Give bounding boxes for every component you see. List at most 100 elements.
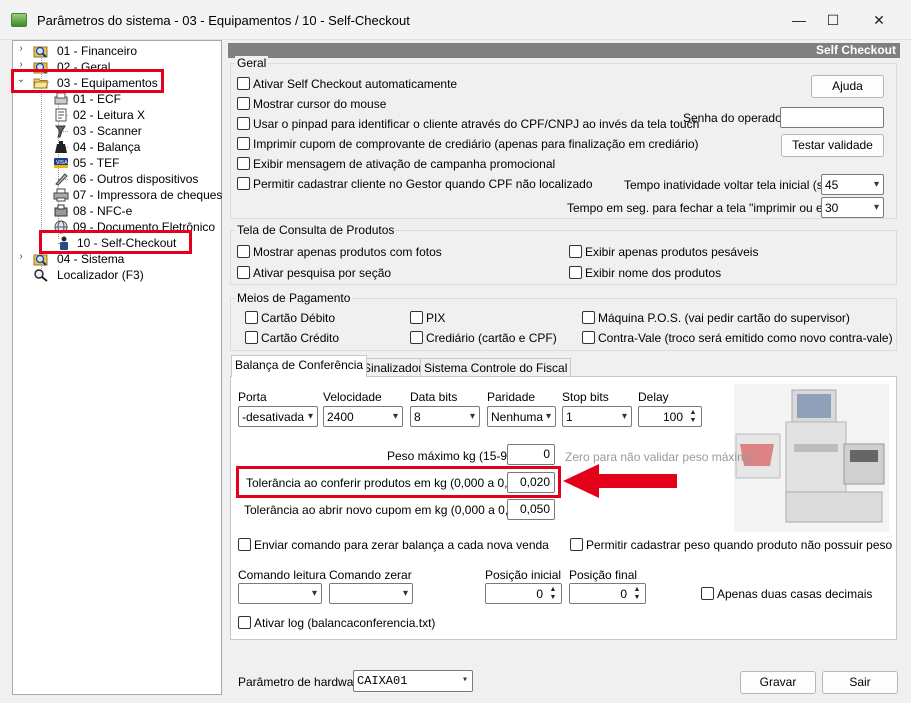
checkbox-box[interactable] [237, 97, 250, 110]
operator-password-input[interactable] [780, 107, 884, 128]
help-button[interactable]: Ajuda [811, 75, 884, 98]
title-bar: Parâmetros do sistema - 03 - Equipamento… [0, 0, 911, 40]
checkbox-box[interactable] [701, 587, 714, 600]
navigation-tree[interactable]: › 01 - Financeiro › 02 - Geral ⌄ 03 - Eq… [12, 40, 222, 695]
inactivity-select[interactable]: 45 ▾ [821, 174, 884, 195]
pos-inicial-label: Posição inicial [485, 568, 562, 582]
pos-final-label: Posição final [569, 568, 638, 582]
paridade-select[interactable]: Nenhuma ▾ [487, 406, 556, 427]
hardware-select[interactable]: CAIXA01 ▾ [353, 670, 473, 692]
scanner-icon [54, 125, 66, 138]
tab-sinalizador[interactable]: Sinalizador [359, 358, 427, 378]
spinner-arrows-icon[interactable]: ▲ ▼ [687, 409, 699, 425]
cmd-zerar-label: Comando zerar [329, 568, 412, 582]
stopbits-select[interactable]: 1 ▾ [562, 406, 632, 427]
tolerancia-input[interactable]: 0,020 [507, 472, 555, 493]
tree-item-nfce[interactable]: 08 - NFC-e [53, 203, 132, 219]
check-exibir-mensagem-campanha[interactable]: Exibir mensagem de ativação de campanha … [237, 157, 555, 173]
check-crediario[interactable]: Crediário (cartão e CPF) [410, 331, 557, 347]
tree-item-leitura-x[interactable]: 02 - Leitura X [53, 107, 145, 123]
self-checkout-kiosk-image [734, 384, 889, 532]
check-maquina-pos[interactable]: Máquina P.O.S. (vai pedir cartão do supe… [582, 311, 850, 327]
spinner-arrows-icon[interactable]: ▲ ▼ [631, 586, 643, 602]
check-cadastrar-peso[interactable]: Permitir cadastrar peso quando produto n… [570, 538, 892, 554]
check-usar-pinpad[interactable]: Usar o pinpad para identificar o cliente… [237, 117, 699, 133]
delay-spinner[interactable]: 100 ▲ ▼ [638, 406, 702, 427]
tab-sistema-controle-fiscal[interactable]: Sistema Controle do Fiscal [420, 358, 572, 378]
check-imprimir-cupom-crediario[interactable]: Imprimir cupom de comprovante de crediár… [237, 137, 699, 153]
chevron-down-icon: ▾ [469, 411, 475, 422]
check-pesquisa-secao[interactable]: Ativar pesquisa por seção [237, 266, 391, 282]
ecf-printer-icon [54, 92, 68, 105]
check-apenas-com-fotos[interactable]: Mostrar apenas produtos com fotos [237, 245, 442, 261]
checkbox-box[interactable] [237, 177, 250, 190]
check-duas-casas[interactable]: Apenas duas casas decimais [701, 587, 872, 603]
checkbox-box[interactable] [237, 77, 250, 90]
checkbox-box[interactable] [570, 538, 583, 551]
tolerancia-novo-input[interactable]: 0,050 [507, 499, 555, 520]
peso-max-label: Peso máximo kg (15-99) [387, 449, 518, 463]
checkbox-box[interactable] [410, 311, 423, 324]
checkbox-box[interactable] [237, 266, 250, 279]
porta-select[interactable]: -desativada ▾ [238, 406, 318, 427]
expander-sistema-icon[interactable]: › [15, 251, 27, 262]
checkbox-box[interactable] [582, 331, 595, 344]
checkbox-box[interactable] [237, 245, 250, 258]
check-exibir-nome-produtos[interactable]: Exibir nome dos produtos [569, 266, 721, 282]
maximize-icon[interactable]: ☐ [821, 8, 845, 32]
tree-item-localizador[interactable]: Localizador (F3) [33, 267, 144, 283]
cmd-zerar-select[interactable]: ▾ [329, 583, 413, 604]
checkbox-box[interactable] [237, 117, 250, 130]
exit-button[interactable]: Sair [822, 671, 898, 694]
section-header: Self Checkout [228, 43, 900, 58]
checkbox-box[interactable] [237, 157, 250, 170]
spinner-arrows-icon[interactable]: ▲ ▼ [547, 586, 559, 602]
minimize-icon[interactable]: — [787, 8, 811, 32]
check-apenas-pesaveis[interactable]: Exibir apenas produtos pesáveis [569, 245, 758, 261]
tree-item-tef[interactable]: VISA 05 - TEF [53, 155, 119, 171]
check-permitir-cadastrar-cliente[interactable]: Permitir cadastrar cliente no Gestor qua… [237, 177, 593, 193]
check-ativar-log[interactable]: Ativar log (balancaconferencia.txt) [238, 616, 435, 632]
nfce-printer-icon [54, 204, 68, 217]
hardware-label: Parâmetro de hardware [238, 675, 365, 689]
check-cartao-debito[interactable]: Cartão Débito [245, 311, 335, 327]
test-validity-button[interactable]: Testar validade [781, 134, 884, 157]
checkbox-box[interactable] [569, 266, 582, 279]
tree-item-financeiro[interactable]: 01 - Financeiro [33, 43, 137, 59]
tab-balanca-conferencia[interactable]: Balança de Conferência [231, 355, 368, 377]
close-icon[interactable]: ✕ [867, 8, 891, 32]
checkbox-box[interactable] [238, 538, 251, 551]
velocidade-select[interactable]: 2400 ▾ [323, 406, 403, 427]
tree-item-ecf[interactable]: 01 - ECF [53, 91, 121, 107]
tree-item-impressora-cheques[interactable]: 07 - Impressora de cheques [53, 187, 222, 203]
checkbox-box[interactable] [237, 137, 250, 150]
expander-financeiro-icon[interactable]: › [15, 43, 27, 54]
check-mostrar-cursor[interactable]: Mostrar cursor do mouse [237, 97, 386, 113]
pos-final-spinner[interactable]: 0 ▲ ▼ [569, 583, 646, 604]
checkbox-box[interactable] [410, 331, 423, 344]
peso-max-input[interactable]: 0 [507, 444, 555, 465]
check-pix[interactable]: PIX [410, 311, 445, 327]
check-zerar-balanca[interactable]: Enviar comando para zerar balança a cada… [238, 538, 549, 554]
save-button[interactable]: Gravar [740, 671, 816, 694]
tree-item-scanner[interactable]: 03 - Scanner [53, 123, 142, 139]
cmd-leitura-select[interactable]: ▾ [238, 583, 322, 604]
checkbox-box[interactable] [569, 245, 582, 258]
checkbox-box[interactable] [245, 331, 258, 344]
close-screen-select[interactable]: 30 ▾ [821, 197, 884, 218]
pos-inicial-spinner[interactable]: 0 ▲ ▼ [485, 583, 562, 604]
scale-weight-icon [55, 141, 67, 153]
check-ativar-self-checkout[interactable]: Ativar Self Checkout automaticamente [237, 77, 457, 93]
checkbox-box[interactable] [238, 616, 251, 629]
databits-select[interactable]: 8 ▾ [410, 406, 480, 427]
tree-item-outros-dispositivos[interactable]: 06 - Outros dispositivos [53, 171, 198, 187]
check-cartao-credito[interactable]: Cartão Crédito [245, 331, 339, 347]
check-contra-vale[interactable]: Contra-Vale (troco será emitido como nov… [582, 331, 893, 347]
checkbox-box[interactable] [582, 311, 595, 324]
close-screen-label: Tempo em seg. para fechar a tela "imprim… [567, 201, 849, 215]
tree-item-balanca[interactable]: 04 - Balança [53, 139, 140, 155]
checkbox-box[interactable] [245, 311, 258, 324]
app-icon [11, 13, 27, 27]
chevron-down-icon: ▾ [307, 411, 313, 422]
porta-label: Porta [238, 390, 267, 404]
